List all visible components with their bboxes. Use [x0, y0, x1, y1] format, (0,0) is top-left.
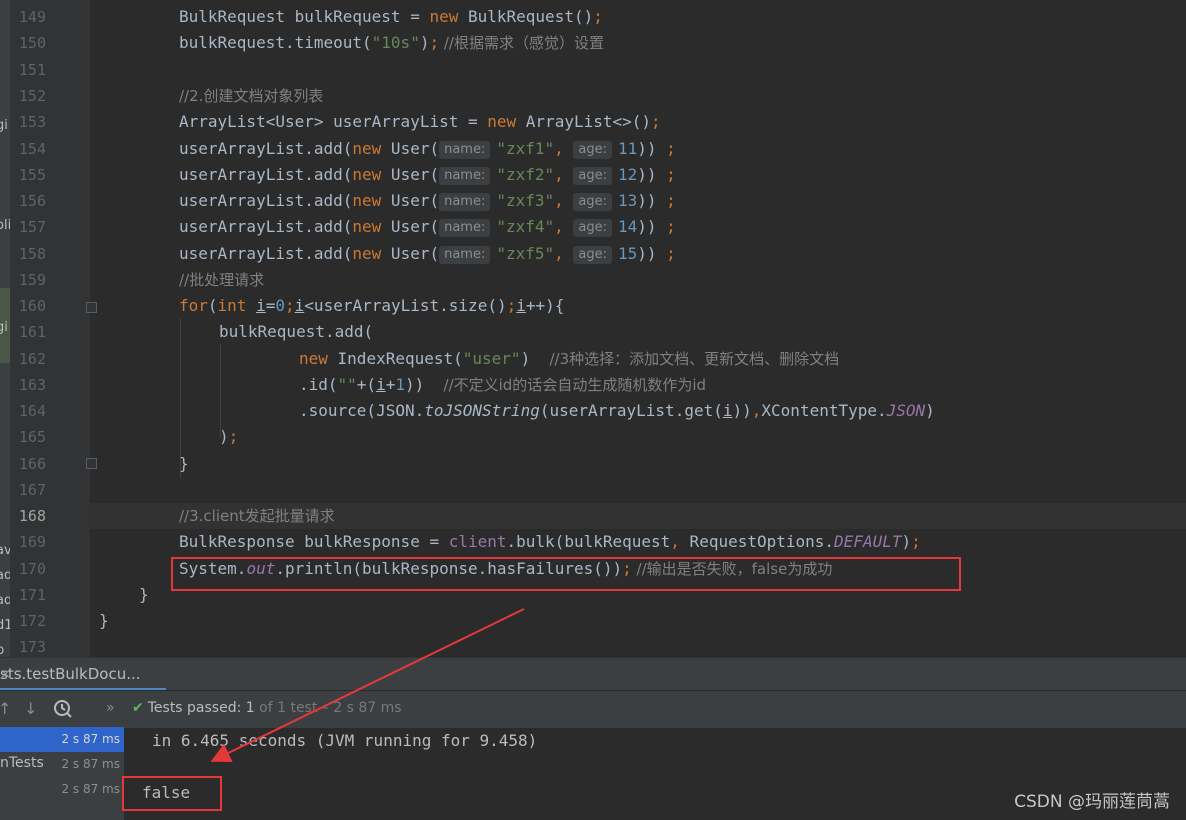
test-time: 2 s 87 ms [61, 757, 120, 771]
code-line[interactable]: } [139, 582, 149, 608]
check-icon: ✔ [132, 700, 144, 716]
history-clock-icon[interactable] [52, 699, 74, 723]
line-number: 157 [18, 218, 46, 236]
test-tree-row[interactable]: nTests 2 s 87 ms [0, 752, 124, 777]
code-line[interactable]: } [99, 608, 109, 634]
param-hint: age: [573, 167, 613, 185]
code-line[interactable]: bulkRequest.add( [219, 319, 373, 345]
param-hint: age: [573, 219, 613, 237]
line-number: 169 [18, 533, 46, 551]
tests-passed-label: Tests passed: [147, 700, 242, 716]
code-line[interactable]: } [179, 451, 189, 477]
project-fragment: d1 [0, 618, 10, 633]
code-line[interactable]: userArrayList.add(new User(name: "zxf4", … [179, 214, 676, 240]
project-fragment: p [0, 643, 5, 658]
more-chevron-icon[interactable]: » [106, 700, 115, 716]
test-tree-row[interactable]: 2 s 87 ms [0, 777, 124, 802]
line-number: 163 [18, 376, 46, 394]
project-fragment: gi [0, 118, 8, 133]
param-hint: age: [573, 193, 613, 211]
param-hint: age: [573, 141, 613, 159]
close-icon[interactable]: × [0, 658, 11, 691]
line-number: 158 [18, 245, 46, 263]
line-number: 162 [18, 350, 46, 368]
param-hint: name: [439, 246, 491, 264]
code-line[interactable]: .id(""+(i+1)) //不定义id的话会自动生成随机数作为id [299, 372, 706, 398]
project-fragment: oli [0, 218, 10, 233]
test-tree-row[interactable]: 2 s 87 ms [0, 727, 124, 752]
code-line[interactable]: .source(JSON.toJSONString(userArrayList.… [299, 398, 935, 424]
code-line[interactable]: BulkResponse bulkResponse = client.bulk(… [179, 529, 921, 555]
arrow-up-icon[interactable]: ↑ [0, 699, 11, 718]
total-tests: of 1 test [259, 700, 318, 716]
line-number: 165 [18, 428, 46, 446]
line-number: 167 [18, 481, 46, 499]
code-line[interactable]: for(int i=0;i<userArrayList.size();i++){ [179, 293, 564, 319]
line-number: 161 [18, 323, 46, 341]
code-line[interactable]: userArrayList.add(new User(name: "zxf1", … [179, 136, 676, 162]
code-line[interactable]: userArrayList.add(new User(name: "zxf2", … [179, 162, 676, 188]
line-number: 168 [18, 507, 46, 525]
param-hint: name: [439, 167, 491, 185]
code-line[interactable]: BulkRequest bulkRequest = new BulkReques… [179, 4, 603, 30]
param-hint: name: [439, 141, 491, 159]
highlight-box [171, 557, 961, 591]
code-comment[interactable]: //批处理请求 [179, 267, 264, 293]
arrow-down-icon[interactable]: ↓ [24, 699, 37, 718]
run-panel: sts.testBulkDocu... × ↑ ↓ » ✔ Tests passe… [0, 657, 1186, 820]
test-name: nTests [0, 755, 44, 771]
line-number: 150 [18, 34, 46, 52]
project-fragment: ava [0, 543, 10, 558]
param-hint: age: [573, 246, 613, 264]
test-duration: – 2 s 87 ms [321, 700, 402, 716]
test-summary: ✔ Tests passed: 1 of 1 test – 2 s 87 ms [132, 700, 402, 716]
run-tab-bar: sts.testBulkDocu... × [0, 657, 1186, 691]
line-number: 155 [18, 166, 46, 184]
param-hint: name: [439, 193, 491, 211]
highlight-box [122, 776, 222, 811]
line-number: 156 [18, 192, 46, 210]
run-toolbar: ↑ ↓ » ✔ Tests passed: 1 of 1 test – 2 s 8… [0, 690, 1186, 728]
line-number: 166 [18, 455, 46, 473]
code-line[interactable]: userArrayList.add(new User(name: "zxf3", … [179, 188, 676, 214]
watermark: CSDN @玛丽莲茼蒿 [1014, 792, 1170, 812]
code-line[interactable]: bulkRequest.timeout("10s"); //根据需求（感觉）设置 [179, 30, 604, 56]
project-fragment: gi [0, 320, 8, 335]
line-number: 149 [18, 8, 46, 26]
test-time: 2 s 87 ms [61, 782, 120, 796]
code-line[interactable]: ArrayList<User> userArrayList = new Arra… [179, 109, 661, 135]
line-number: 159 [18, 271, 46, 289]
line-number: 160 [18, 297, 46, 315]
project-fragment: ad [0, 568, 10, 583]
line-number: 172 [18, 612, 46, 630]
line-number: 151 [18, 61, 46, 79]
code-line[interactable]: ); [219, 424, 238, 450]
console-line: in 6.465 seconds (JVM running for 9.458) [152, 731, 538, 750]
line-number: 152 [18, 87, 46, 105]
test-time: 2 s 87 ms [61, 732, 120, 746]
line-number: 171 [18, 586, 46, 604]
code-editor[interactable]: 149 150 151 152 153 154 155 156 157 158 … [0, 0, 1186, 657]
line-number: 170 [18, 560, 46, 578]
line-number: 153 [18, 113, 46, 131]
line-number: 154 [18, 140, 46, 158]
code-line[interactable]: new IndexRequest("user") //3种选择：添加文档、更新文… [299, 346, 839, 372]
code-comment[interactable]: //3.client发起批量请求 [179, 503, 335, 529]
code-line[interactable]: userArrayList.add(new User(name: "zxf5", … [179, 241, 676, 267]
run-tab[interactable]: sts.testBulkDocu... × [0, 658, 166, 691]
project-fragment: ad [0, 593, 10, 608]
passed-count: 1 [245, 700, 255, 716]
code-comment[interactable]: //2.创建文档对象列表 [179, 83, 323, 109]
line-number: 164 [18, 402, 46, 420]
param-hint: name: [439, 219, 491, 237]
test-tree: 2 s 87 ms nTests 2 s 87 ms 2 s 87 ms [0, 727, 124, 820]
run-tab-label: sts.testBulkDocu... [0, 665, 141, 683]
line-number: 173 [18, 638, 46, 656]
